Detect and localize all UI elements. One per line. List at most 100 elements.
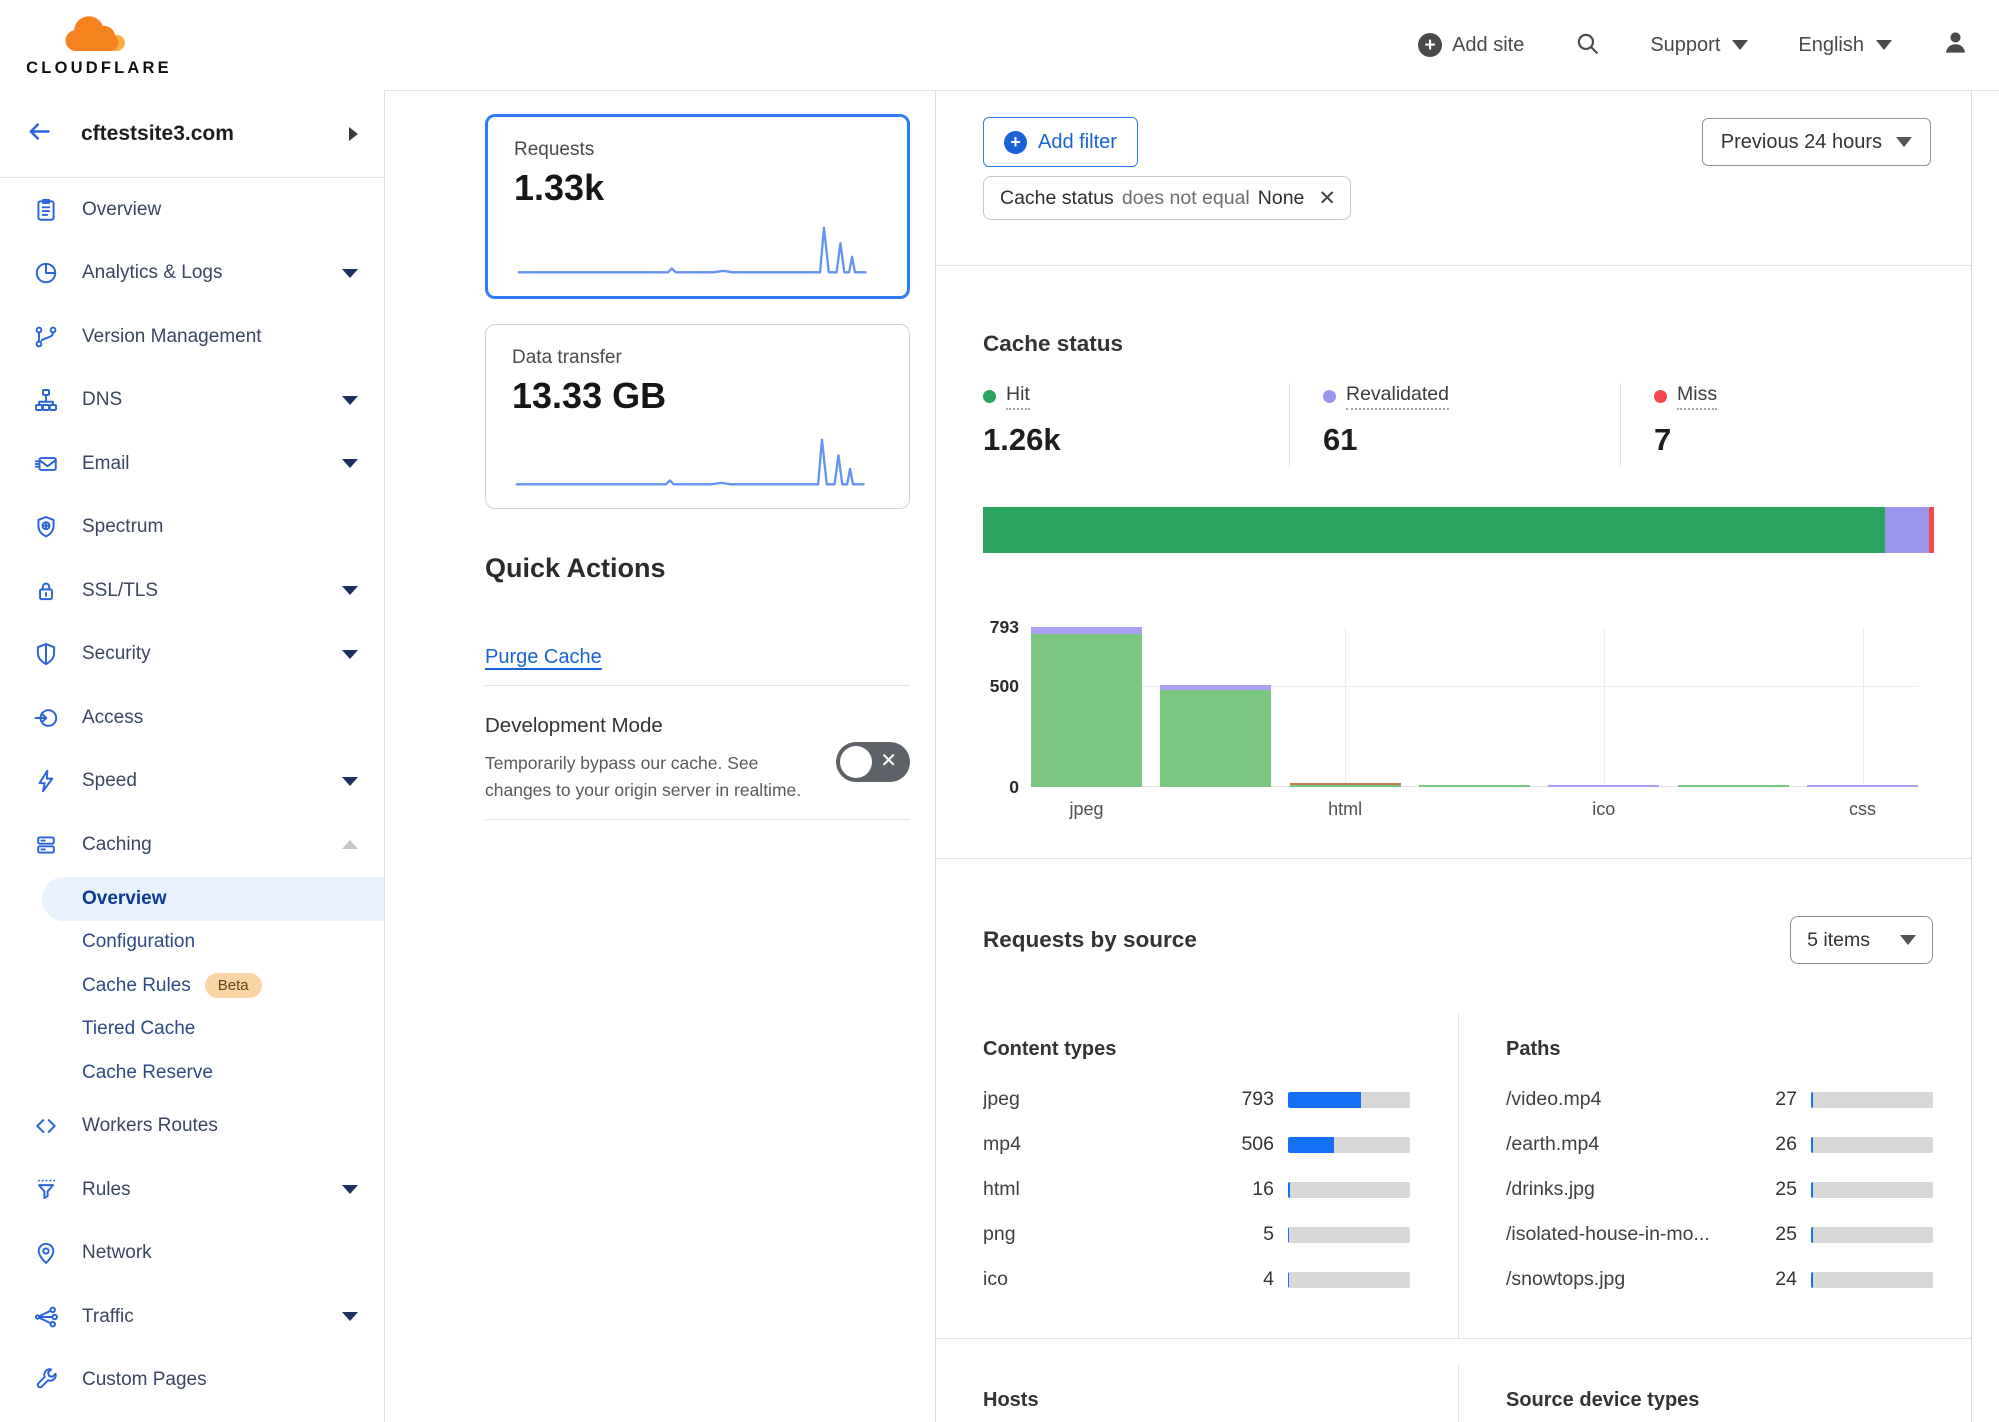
row-value: 25 [1727, 1178, 1797, 1201]
table-row-mp4: mp4506 [983, 1122, 1410, 1167]
sidebar-item-access[interactable]: Access [0, 686, 384, 750]
cache-status-chart: 7935000 jpeghtmlicocss [1031, 627, 1918, 820]
table-row-earth-mp4: /earth.mp426 [1506, 1122, 1933, 1167]
sidebar-subitem-label: Tiered Cache [82, 1018, 195, 1040]
requests-by-source-section: Requests by source 5 items Content types… [936, 859, 1971, 1338]
divider [485, 685, 910, 686]
development-mode-toggle[interactable]: ✕ [836, 742, 910, 782]
sidebar-subitem-tiered-cache[interactable]: Tiered Cache [0, 1008, 384, 1052]
sidebar-item-speed[interactable]: Speed [0, 750, 384, 814]
stacked-bar-segment-revalidated [1885, 507, 1929, 553]
row-value: 5 [1204, 1223, 1274, 1246]
pie-chart-icon [33, 260, 59, 286]
items-count-dropdown[interactable]: 5 items [1790, 916, 1933, 964]
row-bar-track [1288, 1137, 1410, 1153]
bar-segment-revalidated [1031, 627, 1142, 635]
remove-filter-icon[interactable]: ✕ [1318, 186, 1336, 211]
sidebar-item-caching[interactable]: Caching [0, 813, 384, 877]
row-bar-track [1811, 1092, 1933, 1108]
chevron-down-icon [1876, 40, 1892, 50]
sidebar-item-label: Overview [82, 199, 161, 221]
envelope-icon [33, 451, 59, 477]
data-transfer-card-value: 13.33 GB [512, 375, 883, 417]
row-label: /isolated-house-in-mo... [1506, 1223, 1727, 1246]
hosts-title: Hosts [983, 1389, 1410, 1412]
sidebar-item-custom-pages[interactable]: Custom Pages [0, 1349, 384, 1413]
hosts-devices-section: Hosts cftestsite3.com1.33k Source device… [936, 1338, 1971, 1422]
sidebar-item-network[interactable]: Network [0, 1222, 384, 1286]
data-transfer-metric-card[interactable]: Data transfer 13.33 GB [485, 324, 910, 509]
row-label: ico [983, 1268, 1204, 1291]
chevron-down-icon [1896, 137, 1912, 147]
cloudflare-logo[interactable]: CLOUDFLARE [24, 13, 174, 78]
chevron-right-icon[interactable] [349, 127, 358, 141]
row-label: png [983, 1223, 1204, 1246]
analytics-panel: + Add filter Previous 24 hours Cache sta… [935, 91, 1972, 1422]
chevron-down-icon [1732, 40, 1748, 50]
stat-revalidated: Revalidated 61 [1289, 383, 1620, 467]
filter-bar: + Add filter Previous 24 hours Cache sta… [936, 91, 1971, 266]
sidebar-subitem-cache-rules[interactable]: Cache RulesBeta [0, 964, 384, 1008]
requests-metric-card[interactable]: Requests 1.33k [485, 114, 910, 299]
plus-icon: + [1004, 131, 1027, 154]
time-range-dropdown[interactable]: Previous 24 hours [1702, 118, 1931, 166]
sidebar-item-label: Traffic [82, 1306, 134, 1328]
chevron-down-icon [342, 1312, 358, 1321]
requests-card-title: Requests [514, 139, 881, 161]
stat-miss: Miss 7 [1620, 383, 1933, 467]
sidebar-item-overview[interactable]: Overview [0, 178, 384, 242]
bar-jpeg [1031, 627, 1142, 787]
sidebar-subitem-label: Overview [42, 888, 167, 910]
sidebar-item-security[interactable]: Security [0, 623, 384, 687]
sidebar-item-email[interactable]: Email [0, 432, 384, 496]
sidebar-subitem-overview[interactable]: Overview [42, 877, 384, 921]
user-account-icon[interactable] [1942, 29, 1969, 61]
chevron-down-icon [342, 396, 358, 405]
language-menu[interactable]: English [1798, 34, 1892, 57]
sidebar-item-analytics-logs[interactable]: Analytics & Logs [0, 242, 384, 306]
shield-badge-icon [33, 514, 59, 540]
sidebar-item-dns[interactable]: DNS [0, 369, 384, 433]
sidebar: cftestsite3.com OverviewAnalytics & Logs… [0, 90, 385, 1422]
content-types-title: Content types [983, 1038, 1410, 1061]
sidebar-subitem-cache-reserve[interactable]: Cache Reserve [0, 1051, 384, 1095]
filter-chip[interactable]: Cache status does not equal None ✕ [983, 176, 1351, 220]
sidebar-subitem-label: Configuration [82, 931, 195, 953]
table-row-png: png5 [983, 1212, 1410, 1257]
add-site-button[interactable]: + Add site [1418, 33, 1524, 57]
table-row-ico: ico4 [983, 1257, 1410, 1302]
sidebar-item-label: SSL/TLS [82, 580, 158, 602]
x-axis-tick-label: html [1290, 799, 1401, 820]
add-filter-button[interactable]: + Add filter [983, 117, 1138, 167]
data-transfer-card-title: Data transfer [512, 347, 883, 369]
back-arrow-icon[interactable] [26, 118, 53, 150]
purge-cache-link[interactable]: Purge Cache [485, 646, 602, 669]
share-nodes-icon [33, 1304, 59, 1330]
sidebar-item-version-management[interactable]: Version Management [0, 305, 384, 369]
cache-status-section: Cache status Hit 1.26k Re [936, 266, 1971, 859]
bar-segment-hit [1419, 785, 1530, 787]
sidebar-subitem-configuration[interactable]: Configuration [0, 921, 384, 965]
sidebar-item-traffic[interactable]: Traffic [0, 1285, 384, 1349]
content-types-table: Content types jpeg793mp4506html16png5ico… [983, 1014, 1459, 1338]
cache-status-stats: Hit 1.26k Revalidated 61 [983, 383, 1933, 467]
chevron-up-icon [342, 840, 358, 849]
paths-title: Paths [1506, 1038, 1933, 1061]
sidebar-item-rules[interactable]: Rules [0, 1158, 384, 1222]
stacked-bar-segment-miss [1929, 507, 1934, 553]
row-value: 24 [1727, 1268, 1797, 1291]
sidebar-item-ssl-tls[interactable]: SSL/TLS [0, 559, 384, 623]
beta-badge: Beta [205, 973, 262, 998]
sidebar-item-label: Speed [82, 770, 137, 792]
support-menu[interactable]: Support [1650, 34, 1748, 57]
row-bar-track [1288, 1227, 1410, 1243]
sidebar-item-workers-routes[interactable]: Workers Routes [0, 1095, 384, 1159]
x-axis-tick-label: css [1807, 799, 1918, 820]
source-device-types-title: Source device types [1506, 1389, 1933, 1412]
sidebar-item-label: Security [82, 643, 151, 665]
row-value: 4 [1204, 1268, 1274, 1291]
content: Requests 1.33k Data transfer 13.33 GB Qu… [385, 90, 1999, 1422]
clipboard-icon [33, 197, 59, 223]
sidebar-item-spectrum[interactable]: Spectrum [0, 496, 384, 560]
search-icon[interactable] [1574, 30, 1600, 61]
